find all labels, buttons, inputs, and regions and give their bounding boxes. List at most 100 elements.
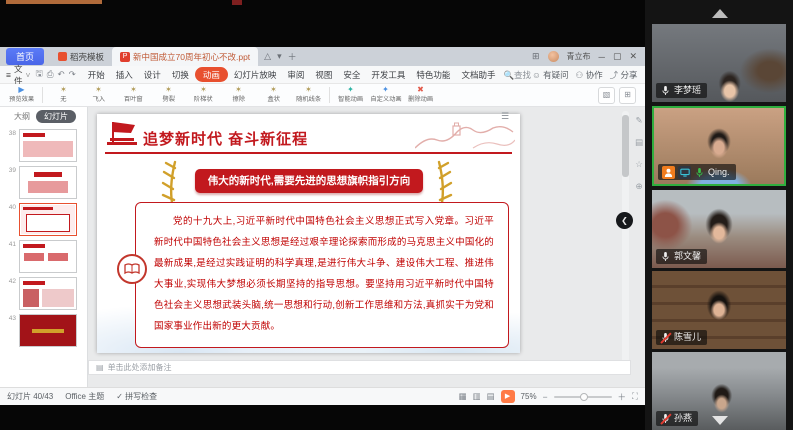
book-seal-icon [117, 254, 147, 284]
star-icon: ✶ [130, 86, 137, 95]
spellcheck-status[interactable]: ✓ 拼写检查 [116, 391, 157, 402]
preview-effect-button[interactable]: ▶ 预览效果 [5, 86, 38, 103]
tab-outline[interactable]: 大纲 [14, 111, 30, 122]
zoom-level[interactable]: 75% [521, 392, 537, 401]
mic-on-icon[interactable] [660, 251, 671, 263]
delete-animation-button[interactable]: ✖删除动画 [404, 86, 437, 103]
comment-pane-toggle-icon[interactable]: ☰ [501, 111, 509, 122]
participant-tile[interactable]: 郭文馨 [652, 190, 786, 268]
canvas-scrollbar[interactable] [622, 111, 629, 363]
participant-nameplate: 陈雪儿 [656, 330, 707, 345]
zoom-in-icon[interactable]: ＋ [618, 391, 627, 403]
gear-star-icon: ✦ [382, 86, 389, 95]
edit-icon[interactable]: ✎ [635, 115, 642, 126]
ribbon-search[interactable]: 🔍查找 [503, 69, 531, 81]
tab-slides[interactable]: 幻灯片 [36, 110, 76, 123]
anim-preset-wipe[interactable]: ✶擦除 [222, 86, 255, 103]
file-menu[interactable]: ≡ 文件 ˅ [6, 63, 30, 87]
notes-bar[interactable]: ▤ 单击此处添加备注 [88, 360, 631, 375]
maximize-button[interactable]: ▢ [613, 51, 622, 62]
add-tool-icon[interactable]: ⊕ [635, 181, 642, 192]
sorter-view-icon[interactable]: ▥ [472, 391, 480, 402]
menu-item-security[interactable]: 安全 [338, 67, 365, 83]
minimize-button[interactable]: ─ [599, 52, 605, 62]
new-tab-button[interactable]: ＋ [288, 50, 297, 63]
title-underline [105, 152, 512, 154]
mic-active-icon[interactable] [694, 166, 705, 178]
share-icon: ⤴ [610, 70, 619, 80]
menu-item-design[interactable]: 设计 [139, 67, 166, 83]
reading-view-icon[interactable]: ▤ [487, 391, 495, 402]
menu-item-slideshow[interactable]: 幻灯片放映 [229, 67, 282, 83]
cloud-sync-icon[interactable]: △ [264, 51, 271, 62]
print-icon[interactable]: ⎙ [47, 69, 54, 80]
slide-thumbnail-41[interactable] [19, 240, 77, 273]
mic-muted-icon[interactable] [660, 413, 671, 425]
menu-item-features[interactable]: 特色功能 [411, 67, 455, 83]
slideshow-play-button[interactable]: ▶ [501, 390, 515, 403]
menu-item-insert[interactable]: 插入 [111, 67, 138, 83]
undo-icon[interactable]: ↶ [58, 69, 65, 80]
slide-thumbnail-38[interactable] [19, 129, 77, 162]
slide-body-box[interactable]: 党的十九大上,习近平新时代中国特色社会主义思想正式写入党章。习近平新时代中国特色… [135, 202, 509, 348]
scroll-up-arrow[interactable] [712, 9, 728, 18]
anim-preset-split[interactable]: ✶劈裂 [152, 86, 185, 103]
mic-on-icon[interactable] [660, 85, 671, 97]
menu-item-devtools[interactable]: 开发工具 [366, 67, 410, 83]
menu-item-view[interactable]: 视图 [310, 67, 337, 83]
slide-thumbnail-40-selected[interactable] [19, 203, 77, 236]
menu-item-start[interactable]: 开始 [83, 67, 110, 83]
participant-tile-active-speaker[interactable]: Qing. [652, 106, 786, 186]
slide-thumbnail-42[interactable] [19, 277, 77, 310]
anim-preset-none[interactable]: ✶无 [47, 86, 80, 103]
tab-dropdown-icon[interactable]: ▾ [277, 51, 282, 62]
tab-current-document[interactable]: P 新中国成立70周年初心不改.ppt [112, 47, 258, 66]
menu-item-doc-assistant[interactable]: 文档助手 [456, 67, 500, 83]
user-avatar[interactable] [548, 51, 559, 62]
red-flag-emblem-icon [105, 120, 141, 150]
menu-item-transition[interactable]: 切换 [167, 67, 194, 83]
quick-access-toolbar: 🖫 ⎙ ↶ ↷ [35, 68, 75, 82]
notes-icon: ▤ [96, 363, 104, 372]
participant-tile[interactable]: 陈雪儿 [652, 271, 786, 349]
tab-docer-templates[interactable]: 稻壳模板 [50, 49, 112, 65]
star-icon: ✶ [200, 86, 207, 95]
zoom-slider-knob[interactable] [580, 393, 588, 401]
anim-preset-stairs[interactable]: ✶阶梯状 [187, 86, 220, 103]
properties-icon[interactable]: ▤ [635, 137, 643, 148]
more-tools-icon[interactable]: ⊞ [619, 87, 636, 104]
participant-name: 孙燕 [674, 413, 692, 424]
custom-animation-button[interactable]: ✦自定义动画 [369, 86, 402, 103]
anim-preset-box[interactable]: ✶盒状 [257, 86, 290, 103]
save-icon[interactable]: 🖫 [35, 68, 42, 82]
slide-banner[interactable]: 伟大的新时代,需要先进的思想旗帜指引方向 [195, 169, 423, 193]
slide-thumbnail-39[interactable] [19, 166, 77, 199]
thumbnail-row: 41 [4, 240, 83, 273]
mic-muted-icon[interactable] [660, 332, 671, 344]
normal-view-icon[interactable]: ▦ [458, 391, 466, 402]
current-slide[interactable]: 追梦新时代 奋斗新征程 伟大的新时代,需要先进的思想旗帜指引方向 [97, 114, 520, 353]
collab-button[interactable]: ⚇ 协作 [576, 69, 603, 81]
anim-preset-blinds[interactable]: ✶百叶窗 [117, 86, 150, 103]
menu-item-review[interactable]: 审阅 [282, 67, 309, 83]
favorite-icon[interactable]: ☆ [635, 159, 643, 170]
share-button[interactable]: ⤴ 分享 [610, 69, 638, 81]
close-button[interactable]: ✕ [629, 51, 637, 62]
meeting-panel-expand-toggle[interactable]: ❮ [616, 212, 633, 229]
zoom-out-icon[interactable]: − [543, 392, 548, 402]
fit-slide-icon[interactable]: ⛶ [632, 391, 638, 402]
slide-title[interactable]: 追梦新时代 奋斗新征程 [143, 128, 308, 149]
participant-tile[interactable]: 李梦瑶 [652, 24, 786, 102]
slide-thumbnail-43[interactable] [19, 314, 77, 347]
redo-icon[interactable]: ↷ [69, 69, 76, 80]
animation-pane-icon[interactable]: ▧ [598, 87, 615, 104]
zoom-slider[interactable] [554, 396, 612, 398]
apps-grid-icon[interactable]: ⊞ [532, 51, 540, 62]
anim-preset-flyin[interactable]: ✶飞入 [82, 86, 115, 103]
smart-animation-button[interactable]: ✦智能动画 [334, 86, 367, 103]
anim-preset-randomlines[interactable]: ✶随机线条 [292, 86, 325, 103]
scroll-down-arrow[interactable] [712, 416, 728, 425]
help-feedback-button[interactable]: ☺ 有疑问 [532, 69, 569, 81]
menu-item-animation-active[interactable]: 动画 [195, 67, 228, 82]
scrollbar-thumb[interactable] [622, 115, 629, 177]
